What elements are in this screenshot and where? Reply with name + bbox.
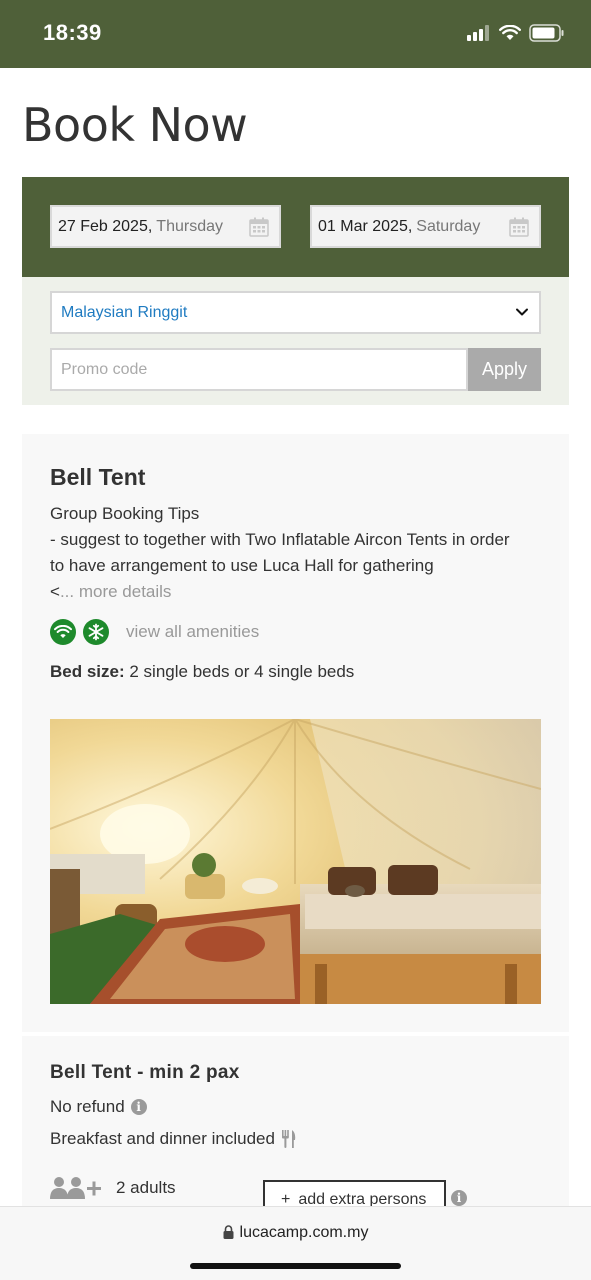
room-photo[interactable] (50, 719, 541, 1004)
wifi-icon (50, 619, 76, 645)
cellular-signal-icon (467, 25, 489, 41)
room-description-line: to have arrangement to use Luca Hall for… (50, 556, 434, 575)
options-panel: Malaysian Ringgit Apply (22, 277, 569, 405)
more-details-link[interactable]: ... more details (60, 582, 172, 601)
status-time: 18:39 (43, 20, 102, 45)
adults-count: 2 adults (116, 1178, 176, 1197)
rate-name: Bell Tent - min 2 pax (50, 1062, 240, 1083)
room-description: Group Booking Tips - suggest to together… (50, 501, 550, 605)
chevron-down-icon (516, 308, 528, 316)
room-description-more-row: <... more details (50, 579, 550, 605)
date-panel: 27 Feb 2025, Thursday 01 Mar 2025, Satur… (22, 177, 569, 277)
url-text: lucacamp.com.my (239, 1224, 369, 1241)
currency-select[interactable]: Malaysian Ringgit (50, 291, 541, 334)
amenities-row: view all amenities (50, 619, 259, 645)
calendar-icon (509, 217, 529, 237)
description-prefix: < (50, 582, 60, 601)
info-icon[interactable]: i (130, 1099, 147, 1115)
bed-size-value: 2 single beds or 4 single beds (129, 662, 355, 681)
home-indicator[interactable] (190, 1263, 401, 1269)
bed-size: Bed size: 2 single beds or 4 single beds (50, 662, 354, 682)
adults-row: 2 adults (50, 1176, 176, 1200)
room-description-line: - suggest to together with Two Inflatabl… (50, 530, 510, 549)
meals-info: Breakfast and dinner included (50, 1129, 297, 1149)
bell-tent-interior-image (50, 719, 541, 1004)
lock-icon (223, 1225, 234, 1239)
room-description-line: Group Booking Tips (50, 504, 200, 523)
cutlery-icon (281, 1130, 296, 1148)
checkin-date-field[interactable]: 27 Feb 2025, Thursday (50, 205, 281, 248)
url-display[interactable]: lucacamp.com.my (0, 1224, 591, 1242)
currency-value: Malaysian Ringgit (61, 303, 188, 321)
checkout-day: Saturday (416, 217, 481, 235)
page-title: Book Now (22, 98, 248, 152)
checkin-date: 27 Feb 2025, (58, 217, 153, 235)
status-icons (467, 24, 565, 42)
checkout-date-field[interactable]: 01 Mar 2025, Saturday (310, 205, 541, 248)
apply-button[interactable]: Apply (468, 348, 541, 391)
add-person-icon (50, 1177, 101, 1199)
snowflake-icon (83, 619, 109, 645)
browser-address-bar: lucacamp.com.my (0, 1206, 591, 1280)
checkout-date: 01 Mar 2025, (318, 217, 413, 235)
rate-card: Bell Tent - min 2 pax No refund i Breakf… (22, 1036, 569, 1220)
calendar-icon (249, 217, 269, 237)
meals-text: Breakfast and dinner included (50, 1129, 275, 1148)
extra-persons-info-icon[interactable]: i (451, 1190, 467, 1206)
status-bar: 18:39 (0, 0, 591, 68)
room-card: Bell Tent Group Booking Tips - suggest t… (22, 434, 569, 1032)
bed-size-label: Bed size: (50, 662, 125, 681)
wifi-signal-icon (499, 25, 521, 40)
promo-code-input[interactable] (50, 348, 468, 391)
room-name: Bell Tent (50, 464, 146, 490)
refund-policy: No refund i (50, 1097, 147, 1117)
checkin-day: Thursday (156, 217, 223, 235)
view-all-amenities-link[interactable]: view all amenities (126, 622, 259, 642)
battery-icon (529, 24, 564, 42)
refund-text: No refund (50, 1097, 125, 1116)
